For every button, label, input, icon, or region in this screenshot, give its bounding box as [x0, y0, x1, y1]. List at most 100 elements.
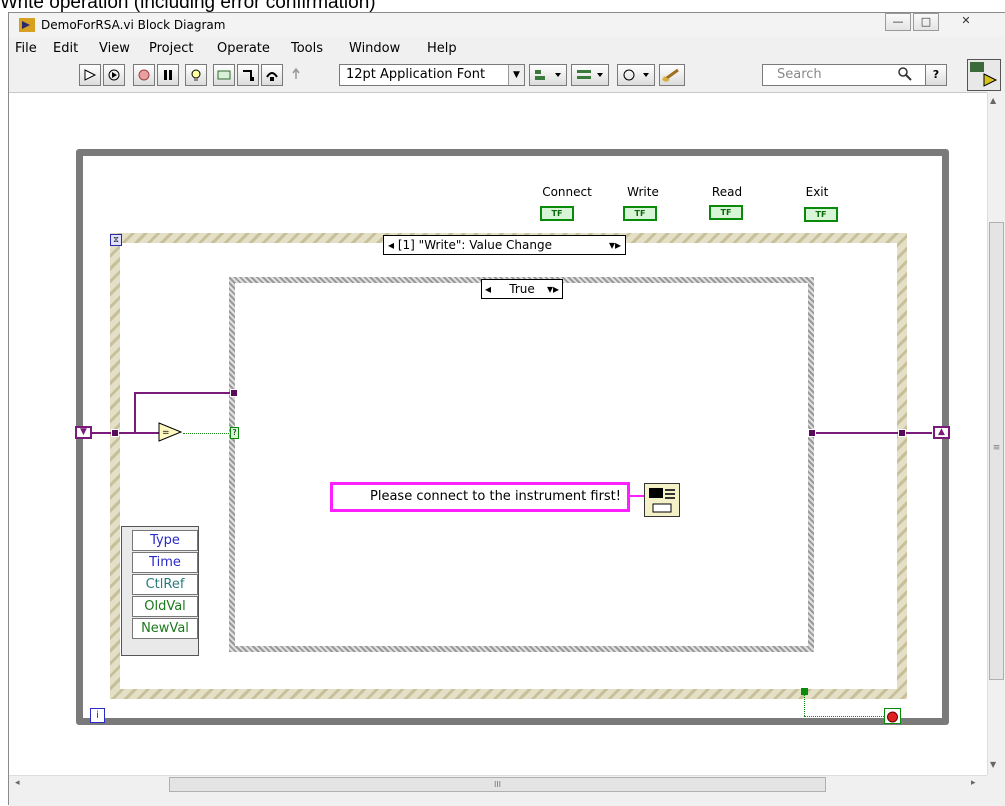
abort-button[interactable] [133, 64, 155, 86]
stop-tunnel [801, 688, 808, 695]
horizontal-scrollbar[interactable]: ◂ III ▸ [9, 775, 987, 793]
step-out-button[interactable] [285, 64, 307, 86]
labview-vi-icon [19, 18, 35, 32]
menu-view[interactable]: View [99, 41, 130, 56]
event-tunnel-left [111, 429, 119, 437]
stop-wire-horizontal [804, 716, 884, 717]
retain-values-icon [217, 70, 231, 80]
event-field-newval[interactable]: NewVal [132, 618, 198, 639]
font-selector-value: 12pt Application Font [346, 67, 486, 82]
block-diagram-window: DemoForRSA.vi Block Diagram — □ ✕ File E… [8, 12, 1005, 806]
window-title: DemoForRSA.vi Block Diagram [41, 18, 226, 32]
vertical-scrollbar[interactable]: ▲ ≡ ▼ [987, 92, 1005, 775]
wire-input-b [119, 432, 159, 434]
loop-iteration-terminal[interactable]: i [90, 708, 105, 723]
menu-edit[interactable]: Edit [53, 41, 78, 56]
vi-thumbnail-icon [970, 62, 998, 87]
stop-wire-vertical [804, 695, 805, 716]
case-selector-terminal: ? [230, 427, 239, 439]
minimize-button[interactable]: — [885, 13, 911, 31]
run-continuously-button[interactable] [103, 64, 125, 86]
title-bar: DemoForRSA.vi Block Diagram — □ ✕ [9, 13, 1005, 37]
distribute-icon [577, 70, 603, 79]
menu-file[interactable]: File [15, 41, 37, 56]
event-field-type[interactable]: Type [132, 530, 198, 551]
align-objects-button[interactable] [529, 64, 567, 86]
search-placeholder: Search [777, 67, 822, 82]
menu-window[interactable]: Window [349, 41, 400, 56]
step-over-button[interactable] [261, 64, 283, 86]
scroll-left-icon[interactable]: ◂ [15, 778, 20, 788]
case-tunnel-right [808, 429, 816, 437]
context-help-button[interactable]: ? [925, 64, 947, 86]
step-into-icon [243, 70, 254, 81]
step-out-icon [292, 67, 300, 79]
step-into-button[interactable] [237, 64, 259, 86]
compare-triangle-icon: = [158, 422, 183, 442]
event-field-ctlref[interactable]: CtlRef [132, 574, 198, 595]
case-selector[interactable]: ◂ True ▾▸ [481, 279, 563, 299]
wire-output-a [813, 432, 906, 434]
dialog-icon [649, 488, 675, 513]
scroll-right-icon[interactable]: ▸ [971, 778, 976, 788]
one-button-dialog-node[interactable] [644, 483, 680, 517]
event-case-selector[interactable]: ◂ [1] "Write": Value Change ▾▸ [383, 235, 626, 255]
pause-icon [164, 70, 172, 80]
run-button[interactable] [79, 64, 101, 86]
menu-bar: File Edit View Project Operate Tools Win… [9, 38, 1005, 60]
align-icon [535, 70, 561, 80]
distribute-objects-button[interactable] [571, 64, 609, 86]
wire-branch-horizontal [134, 392, 234, 394]
chevron-down-icon: ▼ [508, 65, 524, 85]
case-dropdown-icon: ▾▸ [546, 282, 559, 296]
menu-project[interactable]: Project [149, 41, 193, 56]
boolean-wire [183, 433, 231, 434]
shift-register-right-icon[interactable]: ▲ [933, 426, 950, 439]
scroll-up-icon[interactable]: ▲ [990, 96, 996, 105]
pause-button[interactable] [157, 64, 179, 86]
event-case-label: [1] "Write": Value Change [397, 238, 552, 252]
event-field-oldval[interactable]: OldVal [132, 596, 198, 617]
step-over-icon [266, 72, 278, 81]
selector-dropdown-icon: ▾▸ [608, 238, 621, 252]
cleanup-icon [662, 68, 679, 82]
scroll-down-icon[interactable]: ▼ [990, 760, 996, 769]
menu-help[interactable]: Help [427, 41, 457, 56]
lightbulb-icon [191, 69, 201, 81]
loop-condition-terminal[interactable] [884, 708, 901, 724]
vertical-scroll-thumb[interactable]: ≡ [989, 222, 1004, 680]
search-button[interactable] [893, 64, 917, 86]
retain-wire-values-button[interactable] [213, 64, 235, 86]
toolbar: 12pt Application Font ▼ Search ? [9, 59, 1005, 91]
maximize-button[interactable]: □ [913, 13, 939, 31]
shift-register-left-icon[interactable]: ▼ [75, 426, 92, 439]
error-message-string[interactable]: Please connect to the instrument first! [330, 482, 630, 512]
menu-tools[interactable]: Tools [291, 41, 323, 56]
event-field-time[interactable]: Time [132, 552, 198, 573]
close-button[interactable]: ✕ [953, 13, 979, 31]
compare-node-icon[interactable]: = [157, 421, 183, 443]
case-left-arrow-icon: ◂ [485, 282, 492, 296]
horizontal-scroll-thumb[interactable]: III [169, 777, 826, 792]
event-timeout-icon[interactable]: ⧖ [110, 234, 122, 246]
highlight-execution-button[interactable] [185, 64, 207, 86]
font-selector[interactable]: 12pt Application Font ▼ [339, 64, 525, 86]
event-data-node[interactable]: Type Time CtlRef OldVal NewVal [121, 526, 199, 656]
case-structure[interactable] [229, 277, 814, 652]
vi-icon-pane[interactable] [967, 59, 1001, 91]
stop-sign-icon [887, 711, 898, 723]
event-tunnel-right [898, 429, 906, 437]
string-wire [630, 495, 644, 497]
reorder-button[interactable] [617, 64, 655, 86]
stop-icon [138, 69, 150, 81]
cleanup-diagram-button[interactable] [659, 64, 685, 86]
menu-operate[interactable]: Operate [217, 41, 270, 56]
svg-text:=: = [162, 428, 170, 438]
case-label: True [509, 282, 535, 296]
wire-output-b [906, 432, 932, 434]
run-continuously-icon [108, 69, 120, 81]
diagram-canvas[interactable]: Connect TF Write TF Read TF Exit TF ⧖ ◂ … [9, 92, 987, 775]
status-bar [9, 793, 1005, 806]
reorder-icon [623, 69, 649, 81]
run-arrow-icon [84, 69, 97, 81]
